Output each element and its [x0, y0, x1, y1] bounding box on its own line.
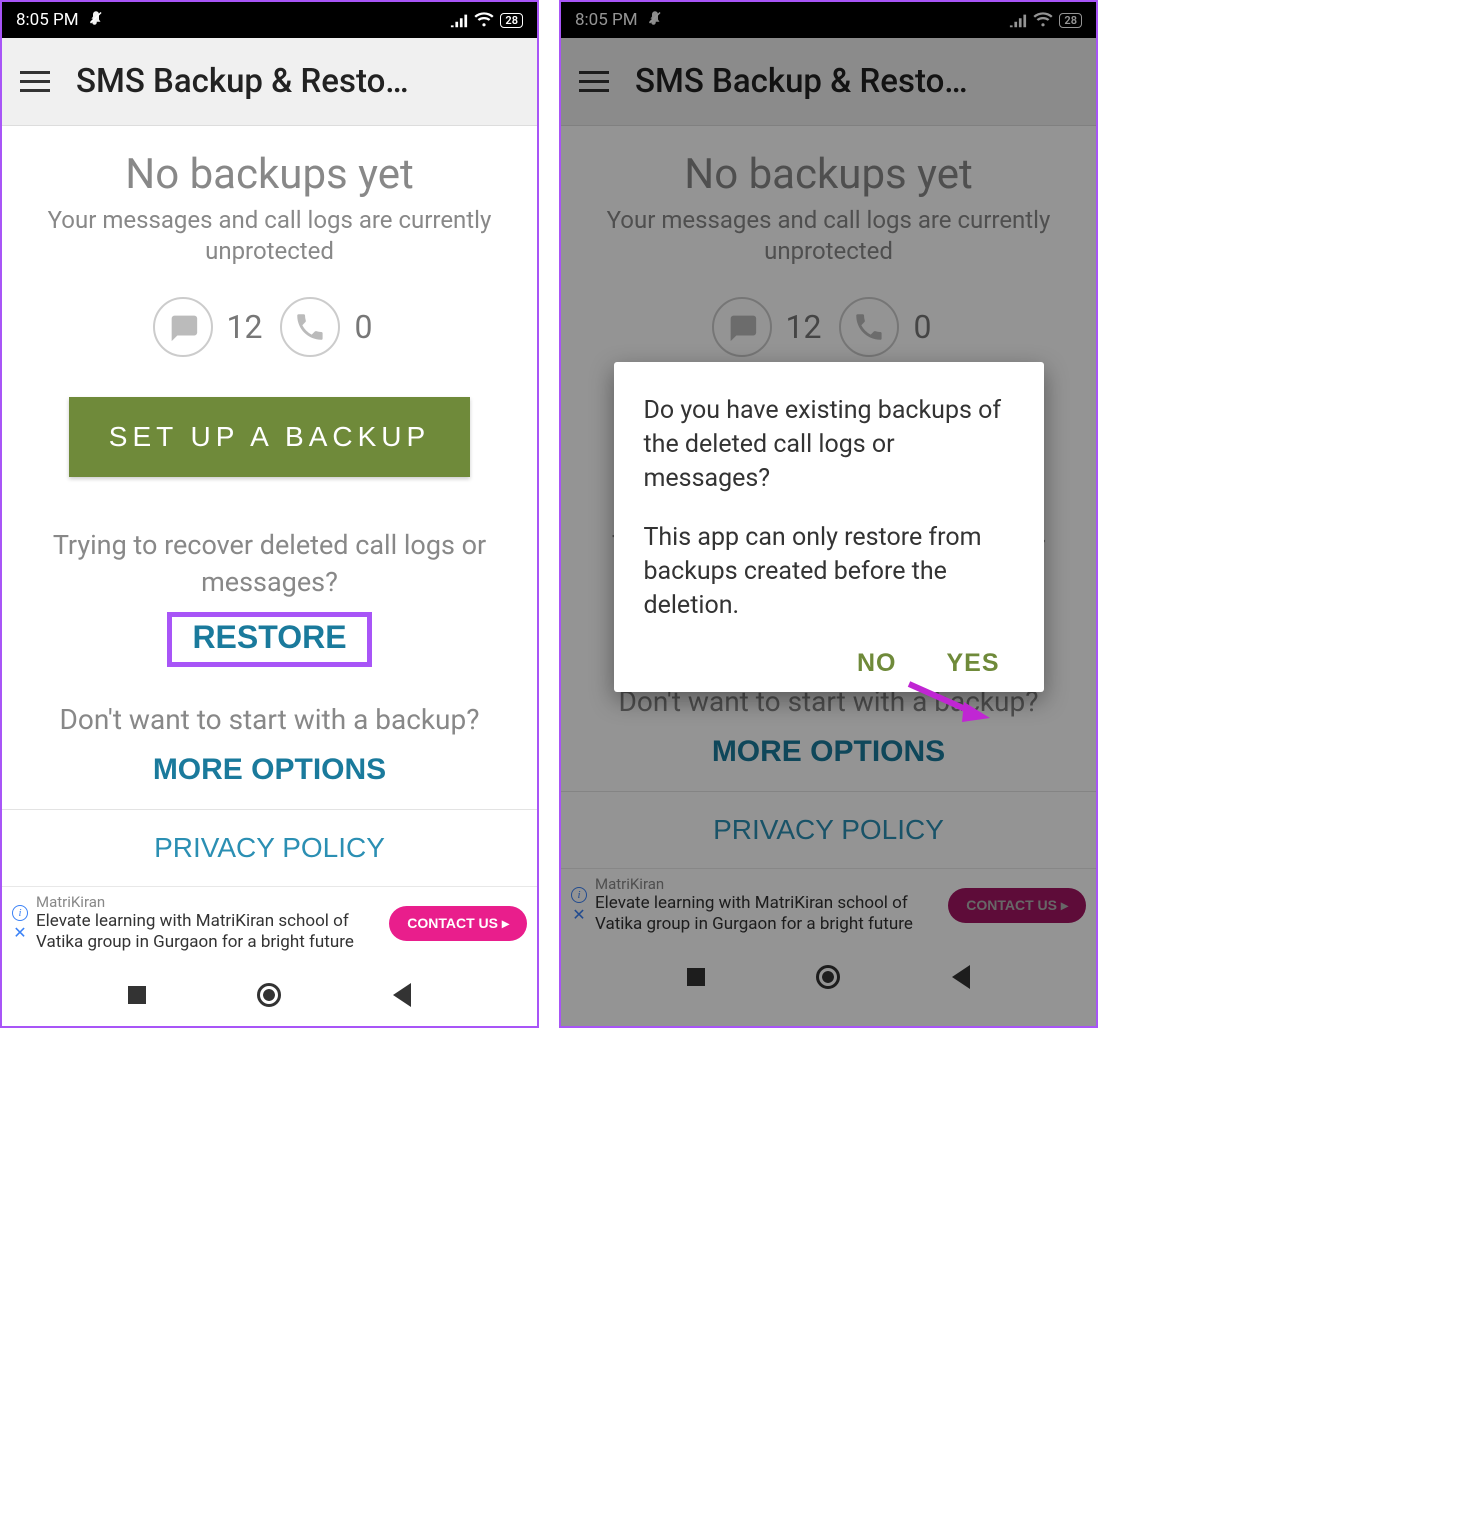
dialog-no-button[interactable]: NO [857, 649, 897, 678]
privacy-policy-link[interactable]: PRIVACY POLICY [154, 832, 385, 864]
no-backups-subtext: Your messages and call logs are currentl… [42, 205, 497, 267]
recover-prompt: Trying to recover deleted call logs or m… [8, 527, 531, 600]
app-title: SMS Backup & Resto… [76, 62, 519, 101]
call-count: 0 [354, 308, 372, 346]
menu-icon[interactable] [20, 71, 50, 92]
app-bar: SMS Backup & Resto… [2, 38, 537, 126]
restore-highlight-annotation: RESTORE [167, 612, 371, 667]
phone-icon [280, 297, 340, 357]
battery-indicator: 28 [500, 13, 523, 28]
ad-info-icon[interactable]: i [12, 905, 28, 921]
restore-button[interactable]: RESTORE [192, 619, 346, 656]
phone-screenshot-left: 8:05 PM 28 SMS Backup & Resto… No backup… [0, 0, 539, 1028]
no-backups-heading: No backups yet [2, 150, 537, 199]
status-time: 8:05 PM [16, 10, 79, 30]
dialog-yes-button[interactable]: YES [946, 649, 999, 678]
status-bar: 8:05 PM 28 [2, 2, 537, 38]
ad-close-icon[interactable]: ✕ [13, 925, 26, 941]
nav-recents-icon[interactable] [128, 986, 146, 1004]
dont-want-prompt: Don't want to start with a backup? [32, 701, 507, 739]
mute-icon [87, 9, 105, 31]
signal-icon [450, 12, 468, 28]
more-options-button[interactable]: MORE OPTIONS [153, 753, 386, 787]
sms-icon [153, 297, 213, 357]
nav-home-icon[interactable] [257, 983, 281, 1007]
dialog-paragraph-1: Do you have existing backups of the dele… [644, 394, 1014, 495]
wifi-icon [474, 12, 494, 28]
ad-cta-button[interactable]: CONTACT US▸ [389, 906, 527, 941]
ad-banner[interactable]: i ✕ MatriKiran Elevate learning with Mat… [2, 886, 537, 964]
phone-screenshot-right: 8:05 PM 28 SMS Backup & Resto… No backup… [559, 0, 1098, 1028]
dialog-paragraph-2: This app can only restore from backups c… [644, 521, 1014, 622]
sms-count: 12 [227, 308, 263, 346]
setup-backup-button[interactable]: SET UP A BACKUP [69, 397, 470, 477]
counts-row: 12 0 [2, 297, 537, 357]
chevron-right-icon: ▸ [502, 915, 509, 932]
android-nav-bar [2, 964, 537, 1026]
confirm-dialog: Do you have existing backups of the dele… [614, 362, 1044, 692]
ad-body: Elevate learning with MatriKiran school … [36, 911, 381, 954]
ad-sponsor: MatriKiran [36, 893, 381, 911]
nav-back-icon[interactable] [393, 983, 411, 1007]
